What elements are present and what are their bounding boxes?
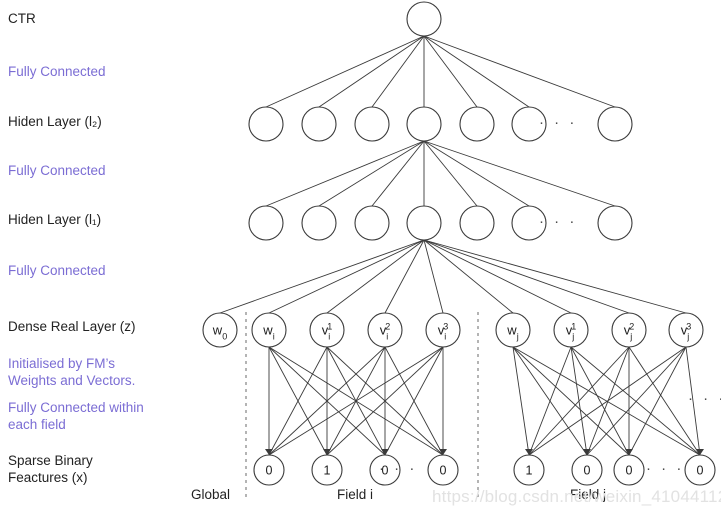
edge-hidden2-to-output-2: [371, 35, 425, 108]
hidden2-node-1: [301, 106, 337, 142]
edge-hidden2-to-output-5: [423, 35, 530, 108]
sparse-node-label-xj3: 0: [626, 464, 633, 478]
ellipsis-sparse-field-i: · · ·: [379, 460, 418, 477]
edge-fieldj-dense3-sparse0: [528, 346, 687, 456]
label-dense-real-layer: Dense Real Layer (z): [8, 319, 136, 334]
edge-hidden2-to-output-4: [423, 35, 478, 108]
hidden1-node-1: [301, 205, 337, 241]
edge-dense-to-hidden1-0: [219, 239, 425, 314]
hidden1-node-6: [597, 205, 633, 241]
output-node-0: [406, 1, 442, 37]
sparse-node-label-xj4: 0: [697, 464, 704, 478]
label-fully-connected-within-field: Fully Connected within each field: [8, 400, 144, 432]
edges-group: [219, 35, 701, 456]
edge-hidden1-to-hidden2-0: [265, 140, 425, 207]
edge-fieldj-dense0-sparse0: [512, 346, 530, 456]
edge-hidden1-to-hidden2-1: [318, 140, 425, 207]
sparse-node-label-xi4: 0: [440, 464, 447, 478]
label-hidden-layer-1: Hiden Layer (l₁): [8, 212, 102, 227]
label-ctr: CTR: [8, 11, 36, 26]
hidden2-node-0: [248, 106, 284, 142]
nodes-group: w0 wi vi1 vi2 vi3 wj vj1 vj2 vj30 1 0 0 1 0 0 0: [202, 1, 716, 486]
edge-fieldj-dense1-sparse0: [528, 346, 572, 456]
label-hidden-layer-2: Hiden Layer (l₂): [8, 114, 102, 129]
label-initialised-by-fm: Initialised by FM’s Weights and Vectors.: [8, 356, 136, 388]
edge-dense-to-hidden1-5: [423, 239, 514, 314]
label-sparse-binary-features: Sparse Binary Feactures (x): [8, 453, 93, 485]
ellipsis-sparse-field-j: · · ·: [646, 460, 685, 477]
edge-hidden1-to-hidden2-4: [423, 140, 478, 207]
hidden2-node-4: [459, 106, 495, 142]
ellipsis-dense: · · ·: [688, 390, 721, 407]
hidden2-node-3: [406, 106, 442, 142]
label-fc-2: Fully Connected: [8, 163, 106, 178]
edge-dense-to-hidden1-1: [268, 239, 425, 314]
edge-hidden1-to-hidden2-2: [371, 140, 425, 207]
hidden1-node-3: [406, 205, 442, 241]
edge-dense-to-hidden1-6: [423, 239, 572, 314]
label-fc-3: Fully Connected: [8, 64, 106, 79]
sparse-node-label-xi2: 1: [324, 464, 331, 478]
edge-fieldj-dense2-sparse0: [528, 346, 630, 456]
figure-root: w0 wi vi1 vi2 vi3 wj vj1 vj2 vj3 0 1 0 0 1 0 0 0 CTR Full…: [0, 0, 721, 515]
edge-fieldj-dense3-sparse2: [628, 346, 687, 456]
hidden1-node-2: [354, 205, 390, 241]
watermark: https://blog.csdn.net/weixin_41044112: [432, 487, 721, 506]
edge-dense-to-hidden1-3: [384, 239, 425, 314]
hidden1-node-0: [248, 205, 284, 241]
edge-hidden2-to-output-0: [265, 35, 425, 108]
edge-hidden2-to-output-6: [423, 35, 616, 108]
edge-hidden2-to-output-1: [318, 35, 425, 108]
edge-hidden1-to-hidden2-5: [423, 140, 530, 207]
edge-dense-to-hidden1-8: [423, 239, 687, 314]
edge-hidden1-to-hidden2-6: [423, 140, 616, 207]
label-fc-1: Fully Connected: [8, 263, 106, 278]
sparse-node-label-xi1: 0: [266, 464, 273, 478]
hidden2-node-6: [597, 106, 633, 142]
edge-fieldj-dense0-sparse3: [512, 346, 701, 456]
edge-dense-to-hidden1-2: [326, 239, 425, 314]
sparse-node-label-xj2: 0: [584, 464, 591, 478]
edge-dense-to-hidden1-4: [423, 239, 444, 314]
edge-dense-to-hidden1-7: [423, 239, 630, 314]
label-global: Global: [191, 487, 231, 502]
label-field-i: Field i: [337, 487, 374, 502]
ellipsis-hidden2: · · ·: [539, 114, 578, 131]
hidden1-node-4: [459, 205, 495, 241]
sparse-node-label-xj1: 1: [526, 464, 533, 478]
ellipsis-hidden1: · · ·: [539, 213, 578, 230]
edge-fieldj-dense0-sparse2: [512, 346, 630, 456]
network-diagram: w0 wi vi1 vi2 vi3 wj vj1 vj2 vj30 1 0 0 1 0 0 0: [202, 1, 716, 500]
edge-fieldj-dense1-sparse3: [570, 346, 701, 456]
hidden2-node-2: [354, 106, 390, 142]
edge-fieldj-dense1-sparse2: [570, 346, 630, 456]
arrowhead-xj4: [696, 449, 704, 455]
